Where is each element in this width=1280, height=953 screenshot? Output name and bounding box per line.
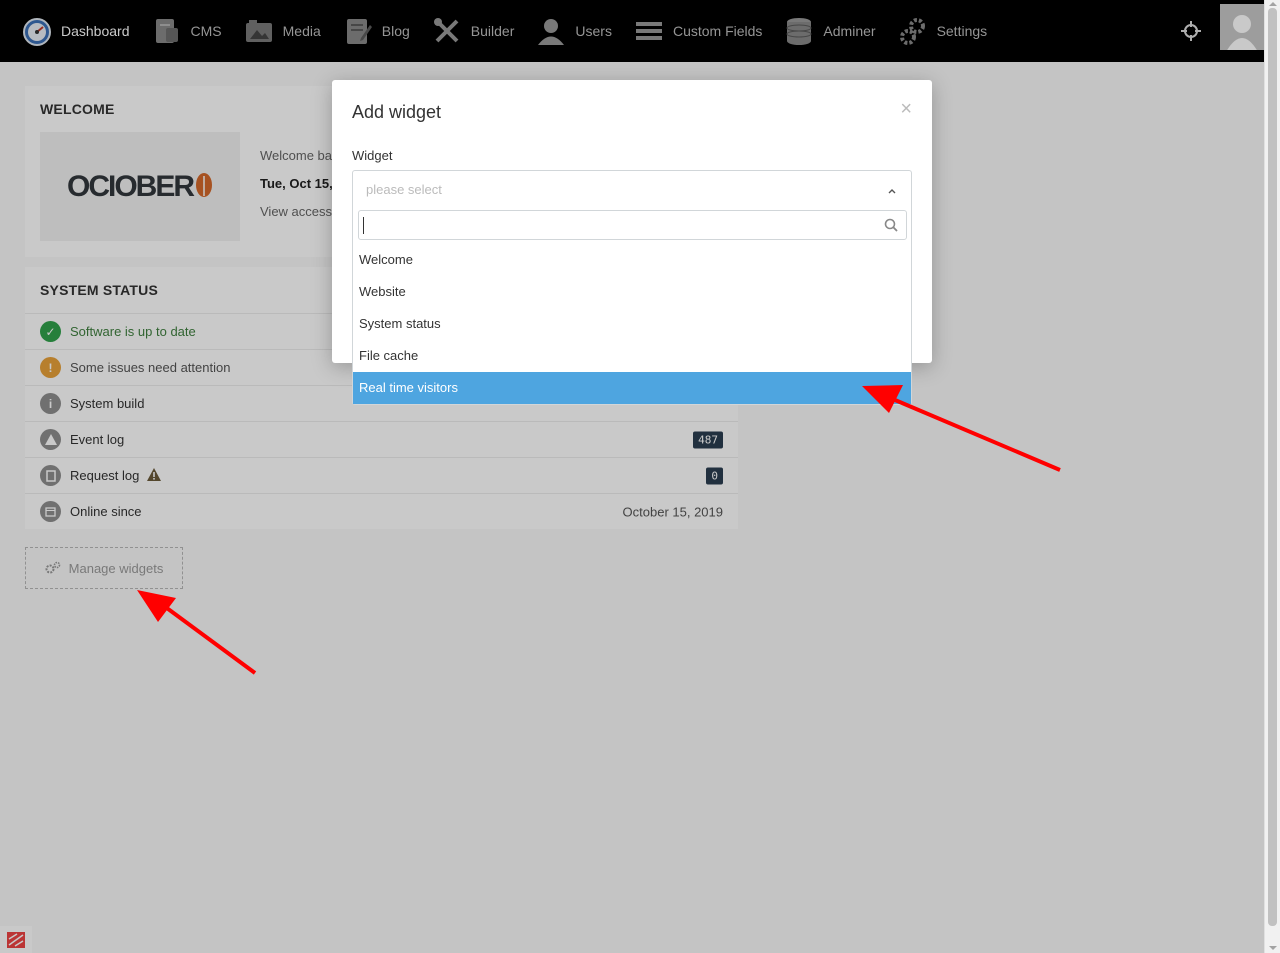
option-system-status[interactable]: System status [353,308,911,340]
option-file-cache[interactable]: File cache [353,340,911,372]
scroll-thumb[interactable] [1268,8,1277,926]
page-scrollbar[interactable] [1264,0,1280,953]
widget-dropdown: Welcome Website System status File cache… [352,202,912,405]
chevron-up-icon [887,184,897,194]
dropdown-search-input[interactable] [358,210,907,240]
close-icon[interactable]: × [900,98,912,121]
select-placeholder: please select [366,182,442,197]
text-caret [363,217,364,234]
search-icon [884,218,898,232]
scroll-up-icon[interactable] [1269,2,1277,6]
modal-title: Add widget [352,102,442,122]
scroll-down-icon[interactable] [1269,946,1277,950]
option-welcome[interactable]: Welcome [353,244,911,276]
dropdown-options: Welcome Website System status File cache… [353,244,911,404]
option-real-time-visitors[interactable]: Real time visitors [353,372,911,404]
widget-field-label: Widget [352,148,393,163]
option-website[interactable]: Website [353,276,911,308]
